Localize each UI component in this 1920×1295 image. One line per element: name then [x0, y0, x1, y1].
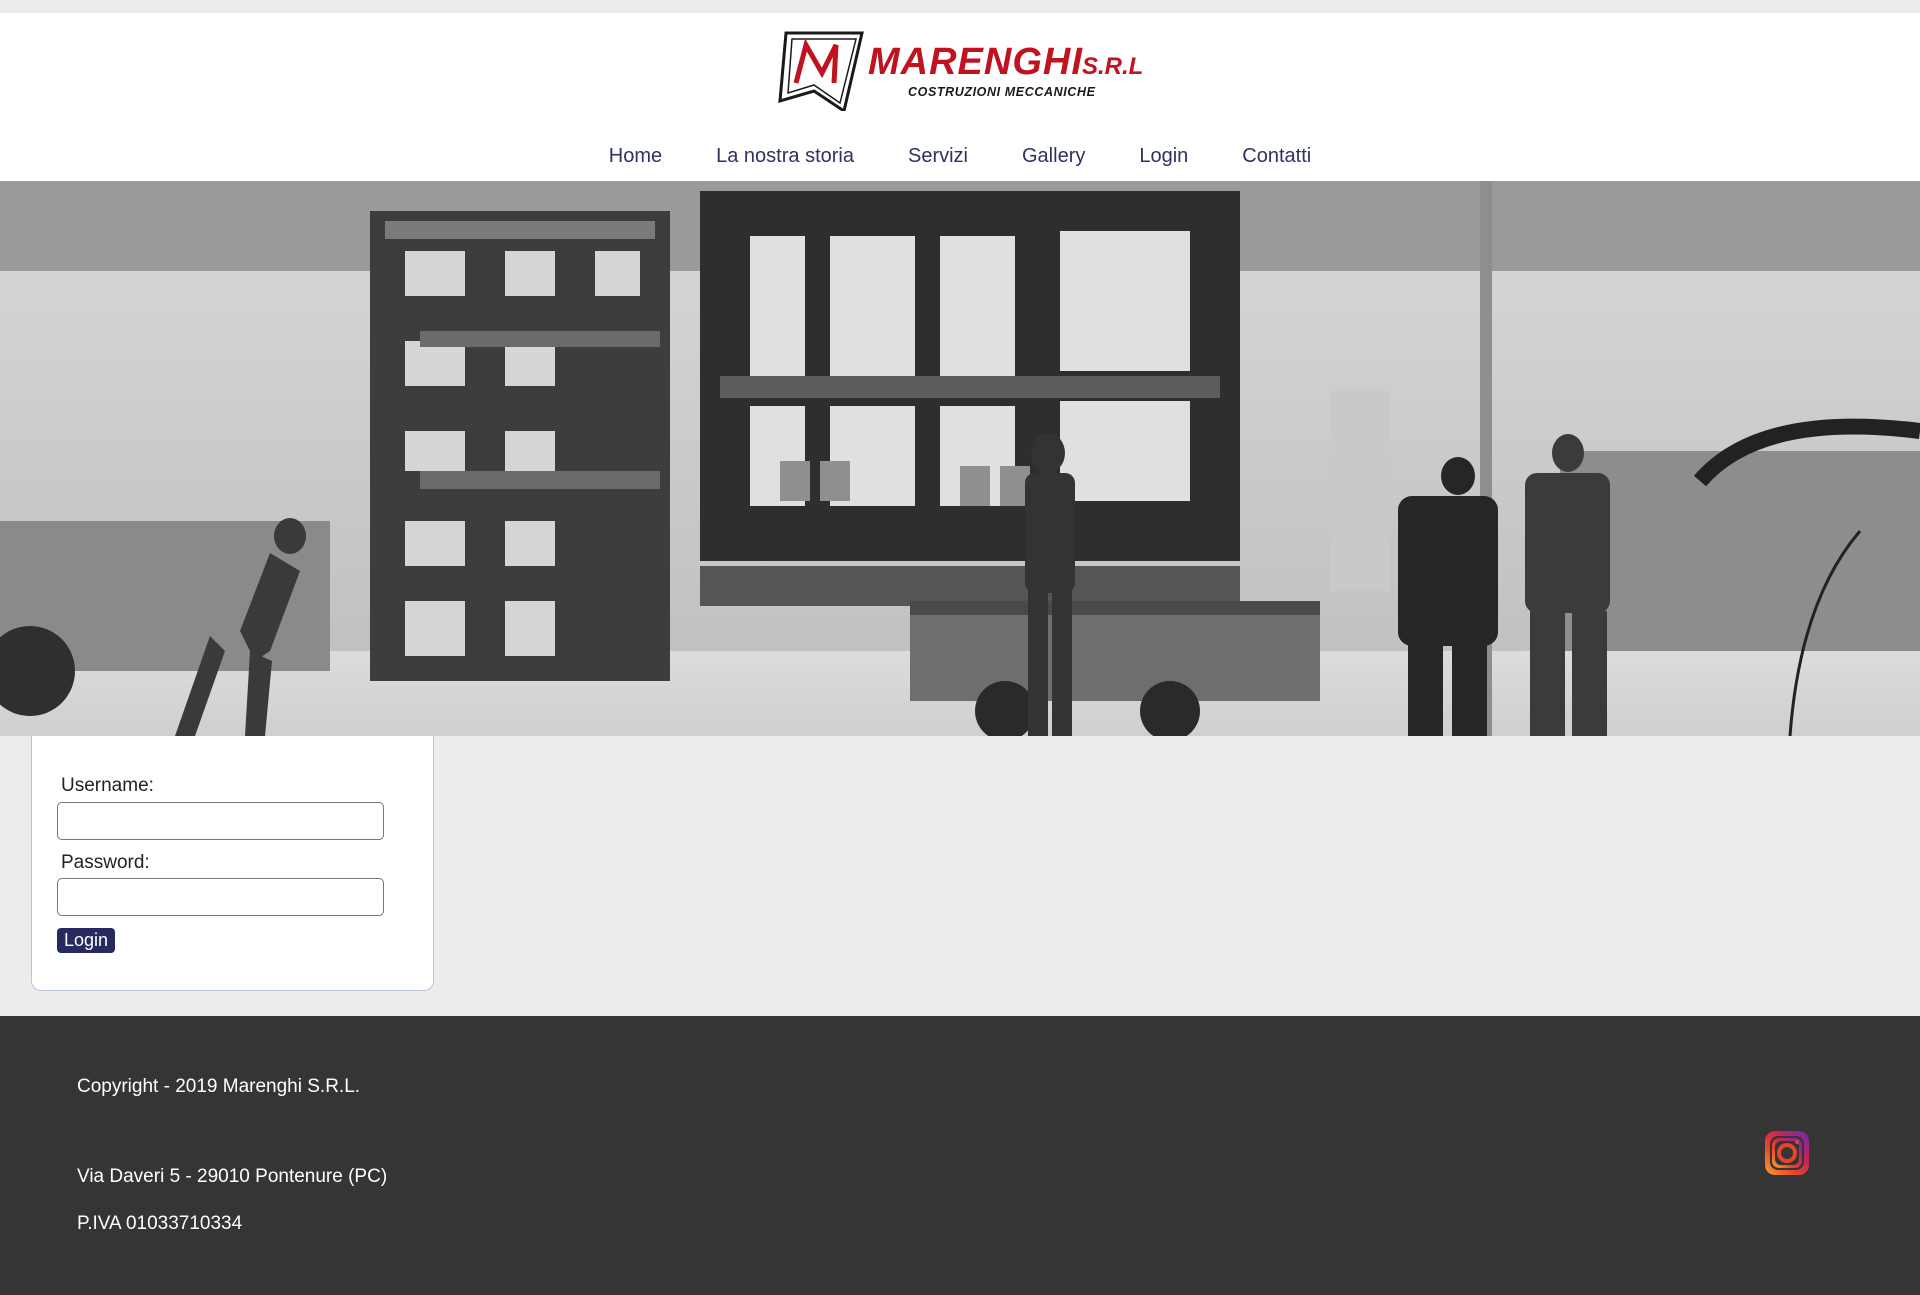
nav-contatti[interactable]: Contatti: [1215, 131, 1338, 181]
brand-tagline: COSTRUZIONI MECCANICHE: [908, 85, 1096, 99]
brand-suffix: S.R.L: [1082, 53, 1143, 80]
vat-number: P.IVA 01033710334: [77, 1213, 243, 1234]
username-input[interactable]: [57, 802, 384, 840]
instagram-icon[interactable]: [1765, 1131, 1809, 1175]
address-text: Via Daveri 5 - 29010 Pontenure (PC): [77, 1166, 388, 1187]
site-footer: Copyright - 2019 Marenghi S.R.L. Via Dav…: [0, 1016, 1920, 1295]
login-form: Username: Password: Login: [31, 736, 434, 991]
password-input[interactable]: [57, 878, 384, 916]
nav-gallery[interactable]: Gallery: [995, 131, 1112, 181]
brand-name: MARENGHI: [868, 41, 1083, 83]
workshop-photo-icon: [0, 181, 1920, 736]
site-header: MARENGHI S.R.L COSTRUZIONI MECCANICHE Ho…: [0, 13, 1920, 181]
main-nav: Home La nostra storia Servizi Gallery Lo…: [0, 131, 1920, 181]
m-emblem-icon: [778, 31, 864, 111]
marenghi-logo[interactable]: MARENGHI S.R.L COSTRUZIONI MECCANICHE: [772, 23, 1152, 111]
password-label: Password:: [61, 852, 150, 873]
instagram-lens: [1777, 1143, 1797, 1163]
hero-workshop-photo: [0, 181, 1920, 736]
nav-login[interactable]: Login: [1112, 131, 1215, 181]
instagram-dot: [1795, 1140, 1799, 1144]
nav-la-nostra-storia[interactable]: La nostra storia: [689, 131, 881, 181]
copyright-text: Copyright - 2019 Marenghi S.R.L.: [77, 1076, 361, 1097]
nav-servizi[interactable]: Servizi: [881, 131, 995, 181]
login-button[interactable]: Login: [57, 928, 116, 953]
username-label: Username:: [61, 775, 154, 796]
nav-home[interactable]: Home: [582, 131, 689, 181]
top-strip: [0, 0, 1920, 13]
